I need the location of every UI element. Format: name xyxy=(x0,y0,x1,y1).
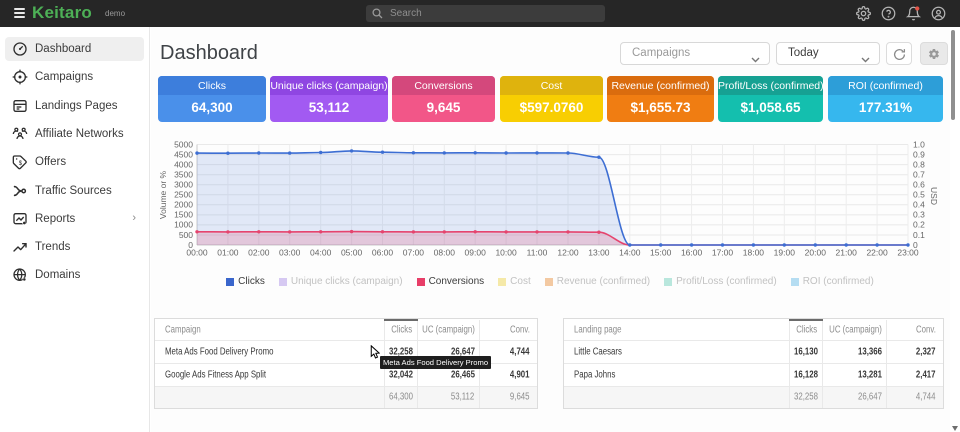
svg-text:0.7: 0.7 xyxy=(913,169,925,179)
svg-text:0.1: 0.1 xyxy=(913,230,925,240)
svg-text:0.2: 0.2 xyxy=(913,220,925,230)
svg-text:00:00: 00:00 xyxy=(186,248,208,258)
svg-text:13:00: 13:00 xyxy=(588,248,610,258)
svg-text:17:00: 17:00 xyxy=(712,248,734,258)
svg-text:2000: 2000 xyxy=(174,200,193,210)
svg-text:Volume or %: Volume or % xyxy=(158,170,168,219)
svg-text:21:00: 21:00 xyxy=(836,248,858,258)
svg-text:14:00: 14:00 xyxy=(619,248,641,258)
svg-text:2500: 2500 xyxy=(174,190,193,200)
svg-text:22:00: 22:00 xyxy=(866,248,888,258)
svg-text:0.8: 0.8 xyxy=(913,159,925,169)
svg-text:16:00: 16:00 xyxy=(681,248,703,258)
svg-text:0.3: 0.3 xyxy=(913,210,925,220)
svg-text:0.9: 0.9 xyxy=(913,149,925,159)
svg-text:11:00: 11:00 xyxy=(527,248,548,258)
svg-text:03:00: 03:00 xyxy=(279,248,301,258)
svg-text:18:00: 18:00 xyxy=(743,248,765,258)
svg-text:0.6: 0.6 xyxy=(913,180,925,190)
svg-text:07:00: 07:00 xyxy=(403,248,425,258)
svg-text:04:00: 04:00 xyxy=(310,248,332,258)
svg-text:1000: 1000 xyxy=(174,220,193,230)
svg-text:0.5: 0.5 xyxy=(913,190,925,200)
svg-text:3500: 3500 xyxy=(174,169,193,179)
svg-text:USD: USD xyxy=(929,187,939,205)
svg-text:19:00: 19:00 xyxy=(774,248,796,258)
svg-text:0.4: 0.4 xyxy=(913,200,925,210)
svg-text:20:00: 20:00 xyxy=(805,248,827,258)
svg-text:3000: 3000 xyxy=(174,180,193,190)
svg-text:06:00: 06:00 xyxy=(372,248,394,258)
svg-text:10:00: 10:00 xyxy=(495,248,517,258)
svg-text:12:00: 12:00 xyxy=(557,248,579,258)
svg-text:15:00: 15:00 xyxy=(650,248,672,258)
svg-text:5000: 5000 xyxy=(174,139,193,149)
svg-text:05:00: 05:00 xyxy=(341,248,363,258)
svg-text:09:00: 09:00 xyxy=(465,248,487,258)
svg-text:500: 500 xyxy=(179,230,193,240)
svg-text:4000: 4000 xyxy=(174,159,193,169)
svg-text:23:00: 23:00 xyxy=(897,248,919,258)
svg-text:4500: 4500 xyxy=(174,149,193,159)
svg-text:08:00: 08:00 xyxy=(434,248,456,258)
svg-text:1500: 1500 xyxy=(174,210,193,220)
svg-text:1.0: 1.0 xyxy=(913,139,925,149)
svg-text:02:00: 02:00 xyxy=(248,248,270,258)
svg-text:01:00: 01:00 xyxy=(217,248,239,258)
